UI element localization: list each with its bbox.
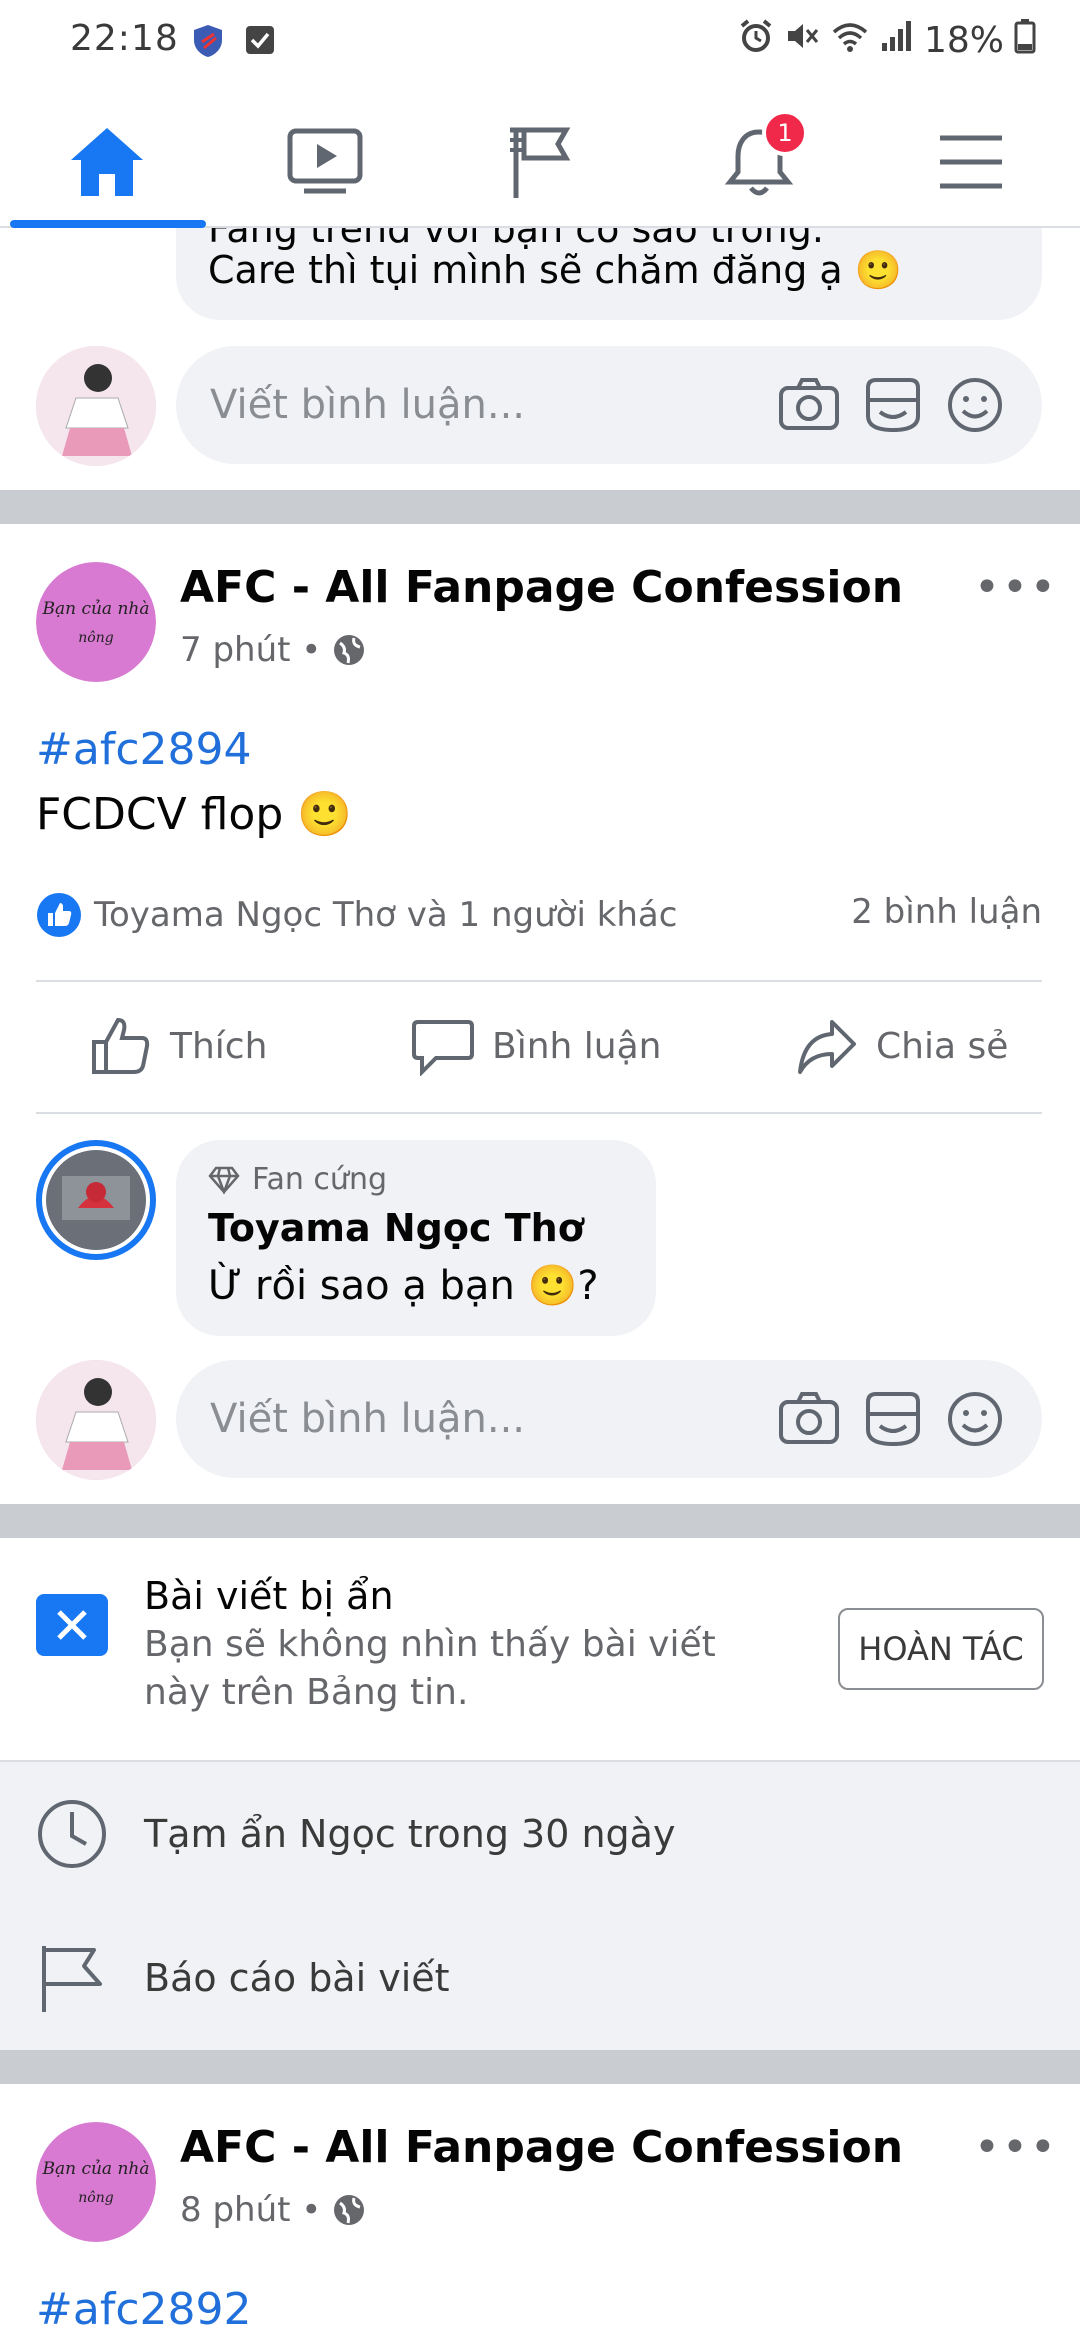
feed-separator bbox=[0, 2050, 1080, 2084]
divider bbox=[36, 980, 1042, 982]
gif-sticker-icon[interactable] bbox=[862, 376, 924, 438]
hidden-desc-line2: này trên Bảng tin. bbox=[144, 1672, 469, 1713]
write-comment-box[interactable]: Viết bình luận... bbox=[176, 1360, 1042, 1478]
post-hashtag[interactable]: #afc2892 bbox=[36, 2284, 252, 2335]
home-icon bbox=[71, 128, 143, 196]
diamond-icon bbox=[208, 1166, 240, 1194]
alarm-icon bbox=[738, 18, 774, 63]
post-more-button[interactable]: ••• bbox=[974, 562, 1058, 613]
shield-icon bbox=[192, 24, 224, 62]
close-x-icon bbox=[36, 1594, 108, 1656]
post-page-name[interactable]: AFC - All Fanpage Confession bbox=[180, 562, 903, 613]
undo-button[interactable]: HOÀN TÁC bbox=[838, 1608, 1044, 1690]
hidden-desc-line1: Bạn sẽ không nhìn thấy bài viết bbox=[144, 1624, 716, 1665]
status-bar: 22:18 18% bbox=[0, 0, 1080, 82]
svg-text:Bạn của nhà: Bạn của nhà bbox=[41, 2159, 149, 2179]
comment-icon bbox=[412, 1020, 474, 1076]
report-option[interactable]: Báo cáo bài viết bbox=[0, 1906, 1080, 2050]
comment-label: Bình luận bbox=[492, 1025, 662, 1067]
checkbox-notification-icon bbox=[244, 24, 276, 60]
gif-sticker-icon[interactable] bbox=[862, 1390, 924, 1452]
svg-text:Bạn của nhà: Bạn của nhà bbox=[41, 599, 149, 619]
share-button[interactable]: Chia sẻ bbox=[796, 1016, 1008, 1076]
svg-text:nông: nông bbox=[78, 2190, 113, 2206]
share-icon bbox=[798, 1020, 856, 1074]
feed-separator bbox=[0, 1504, 1080, 1538]
emoji-icon[interactable] bbox=[946, 376, 1004, 438]
divider bbox=[36, 1112, 1042, 1114]
my-avatar[interactable] bbox=[36, 346, 156, 466]
page-avatar[interactable]: Bạn của nhà nông bbox=[36, 562, 156, 682]
write-comment-placeholder: Viết bình luận... bbox=[210, 1396, 525, 1442]
svg-text:nông: nông bbox=[78, 630, 113, 646]
notification-badge: 1 bbox=[762, 110, 808, 156]
post-hashtag[interactable]: #afc2894 bbox=[36, 724, 252, 775]
post-time-text: 8 phút bbox=[180, 2190, 291, 2230]
tab-home[interactable] bbox=[52, 112, 162, 212]
page-avatar[interactable]: Bạn của nhà nông bbox=[36, 2122, 156, 2242]
flag-icon bbox=[42, 1946, 102, 2012]
reactions-text: Toyama Ngọc Thơ và 1 người khác bbox=[94, 895, 678, 935]
hidden-post-options: Tạm ẩn Ngọc trong 30 ngày Báo cáo bài vi… bbox=[0, 1760, 1080, 2050]
comment-body: Ừ rồi sao ạ bạn 🙂? bbox=[208, 1263, 599, 1309]
snooze-label: Tạm ẩn Ngọc trong 30 ngày bbox=[144, 1812, 676, 1856]
clock-icon bbox=[38, 1800, 106, 1868]
battery-percent: 18% bbox=[923, 20, 1004, 61]
comment-button[interactable]: Bình luận bbox=[412, 1016, 661, 1076]
post-page-name[interactable]: AFC - All Fanpage Confession bbox=[180, 2122, 903, 2173]
my-avatar[interactable] bbox=[36, 1360, 156, 1480]
post-time: 7 phút • bbox=[180, 630, 366, 670]
like-label: Thích bbox=[170, 1025, 268, 1067]
reactions-summary[interactable]: Toyama Ngọc Thơ và 1 người khác bbox=[36, 892, 677, 938]
hidden-title: Bài viết bị ẩn bbox=[144, 1574, 394, 1618]
globe-icon bbox=[334, 635, 365, 665]
mute-icon bbox=[784, 18, 820, 63]
commenter-avatar[interactable] bbox=[36, 1140, 156, 1260]
status-right: 18% bbox=[738, 18, 1036, 63]
comment-text: Care thì tụi mình sẽ chăm đăng ạ 🙂 bbox=[208, 248, 903, 292]
battery-icon bbox=[1014, 18, 1036, 63]
write-comment-placeholder: Viết bình luận... bbox=[210, 382, 525, 428]
snooze-option[interactable]: Tạm ẩn Ngọc trong 30 ngày bbox=[0, 1762, 1080, 1906]
emoji-icon[interactable] bbox=[946, 1390, 1004, 1452]
write-comment-box[interactable]: Viết bình luận... bbox=[176, 346, 1042, 464]
share-label: Chia sẻ bbox=[876, 1025, 1009, 1067]
globe-icon bbox=[334, 2195, 365, 2225]
report-label: Báo cáo bài viết bbox=[144, 1956, 450, 2000]
post-time-text: 7 phút bbox=[180, 630, 291, 670]
camera-icon[interactable] bbox=[778, 1390, 840, 1450]
post-time: 8 phút • bbox=[180, 2190, 366, 2230]
comments-count[interactable]: 2 bình luận bbox=[851, 892, 1042, 932]
fan-badge-text: Fan cứng bbox=[252, 1162, 387, 1197]
comment-author[interactable]: Toyama Ngọc Thơ bbox=[208, 1206, 584, 1250]
fan-badge: Fan cứng bbox=[208, 1162, 387, 1197]
feed-separator bbox=[0, 490, 1080, 524]
camera-icon[interactable] bbox=[778, 376, 840, 436]
like-icon bbox=[92, 1017, 150, 1074]
post-body: FCDCV flop 🙂 bbox=[36, 789, 353, 840]
signal-icon bbox=[880, 19, 914, 62]
like-reaction-icon bbox=[37, 893, 81, 937]
like-button[interactable]: Thích bbox=[90, 1016, 267, 1076]
status-time: 22:18 bbox=[70, 18, 179, 59]
wifi-icon bbox=[830, 18, 870, 63]
hidden-post-notice: Bài viết bị ẩn Bạn sẽ không nhìn thấy bà… bbox=[0, 1538, 1080, 1760]
post-more-button[interactable]: ••• bbox=[974, 2122, 1058, 2173]
